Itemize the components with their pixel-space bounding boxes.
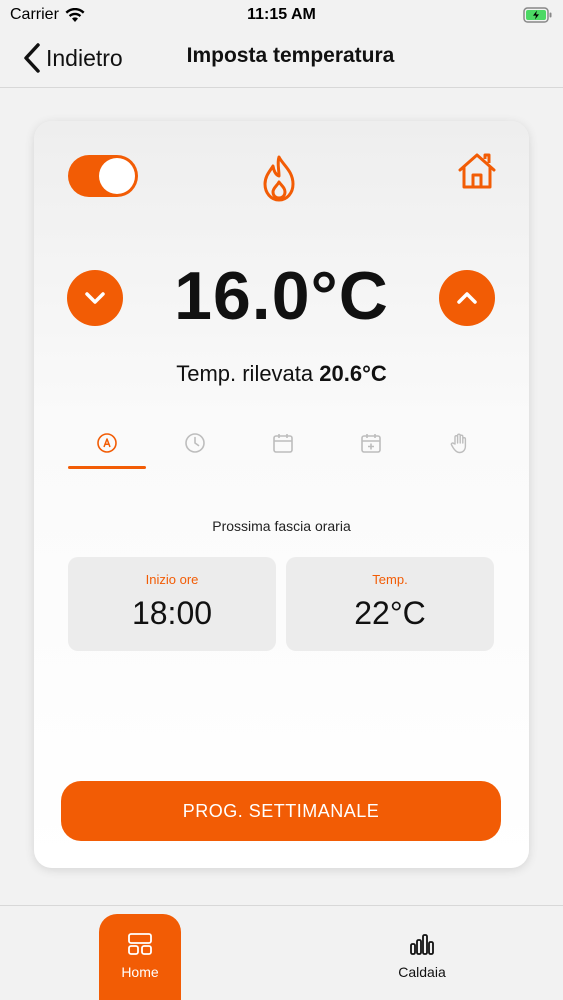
tab-manual[interactable] bbox=[420, 426, 498, 472]
navigation-bar: Indietro Imposta temperatura bbox=[0, 30, 563, 88]
flame-icon bbox=[263, 155, 295, 202]
carrier-label: Carrier bbox=[10, 6, 59, 23]
tab-bar: Home Caldaia bbox=[0, 905, 563, 1000]
auto-icon bbox=[97, 433, 117, 453]
calendar-icon bbox=[273, 434, 293, 453]
slot-start-box: Inizio ore 18:00 bbox=[68, 557, 276, 651]
wifi-icon bbox=[65, 7, 85, 22]
increase-temperature-button[interactable] bbox=[439, 270, 495, 326]
thermostat-card: 16.0°C Temp. rilevata 20.6°C Prossima fa… bbox=[34, 121, 529, 868]
chevron-up-icon bbox=[457, 292, 477, 304]
bar-chart-icon bbox=[410, 934, 434, 955]
toggle-knob bbox=[99, 158, 135, 194]
power-toggle[interactable] bbox=[68, 155, 138, 197]
measured-label: Temp. rilevata bbox=[176, 361, 314, 386]
tab-auto[interactable] bbox=[68, 426, 146, 472]
status-bar: Carrier 11:15 AM bbox=[0, 0, 563, 30]
next-slot-label: Prossima fascia oraria bbox=[212, 518, 351, 534]
slot-start-label: Inizio ore bbox=[145, 572, 199, 587]
tab-home[interactable]: Home bbox=[99, 914, 181, 1000]
measured-temperature: Temp. rilevata 20.6°C bbox=[34, 361, 529, 387]
home-grid-icon bbox=[128, 933, 152, 955]
tab-timer[interactable] bbox=[156, 426, 234, 472]
slot-temp-value: 22°C bbox=[354, 595, 426, 631]
measured-value: 20.6°C bbox=[319, 361, 387, 386]
slot-temp-box: Temp. 22°C bbox=[286, 557, 494, 651]
hand-icon bbox=[450, 433, 467, 454]
tab-caldaia-label: Caldaia bbox=[398, 964, 446, 980]
page-title: Imposta temperatura bbox=[186, 44, 395, 67]
clock-icon bbox=[185, 433, 205, 453]
tab-calendar[interactable] bbox=[244, 426, 322, 472]
calendar-plus-icon bbox=[361, 434, 381, 453]
mode-tabs bbox=[68, 426, 498, 472]
tab-calendar-add[interactable] bbox=[332, 426, 410, 472]
slot-temp-label: Temp. bbox=[372, 572, 408, 587]
status-left: Carrier bbox=[10, 6, 85, 24]
slot-start-value: 18:00 bbox=[131, 595, 213, 631]
tab-caldaia[interactable]: Caldaia bbox=[381, 914, 463, 1000]
weekly-program-button[interactable]: PROG. SETTIMANALE bbox=[61, 781, 501, 841]
tab-home-label: Home bbox=[121, 964, 159, 980]
home-icon[interactable] bbox=[457, 151, 497, 191]
battery-charging-icon bbox=[523, 7, 553, 23]
